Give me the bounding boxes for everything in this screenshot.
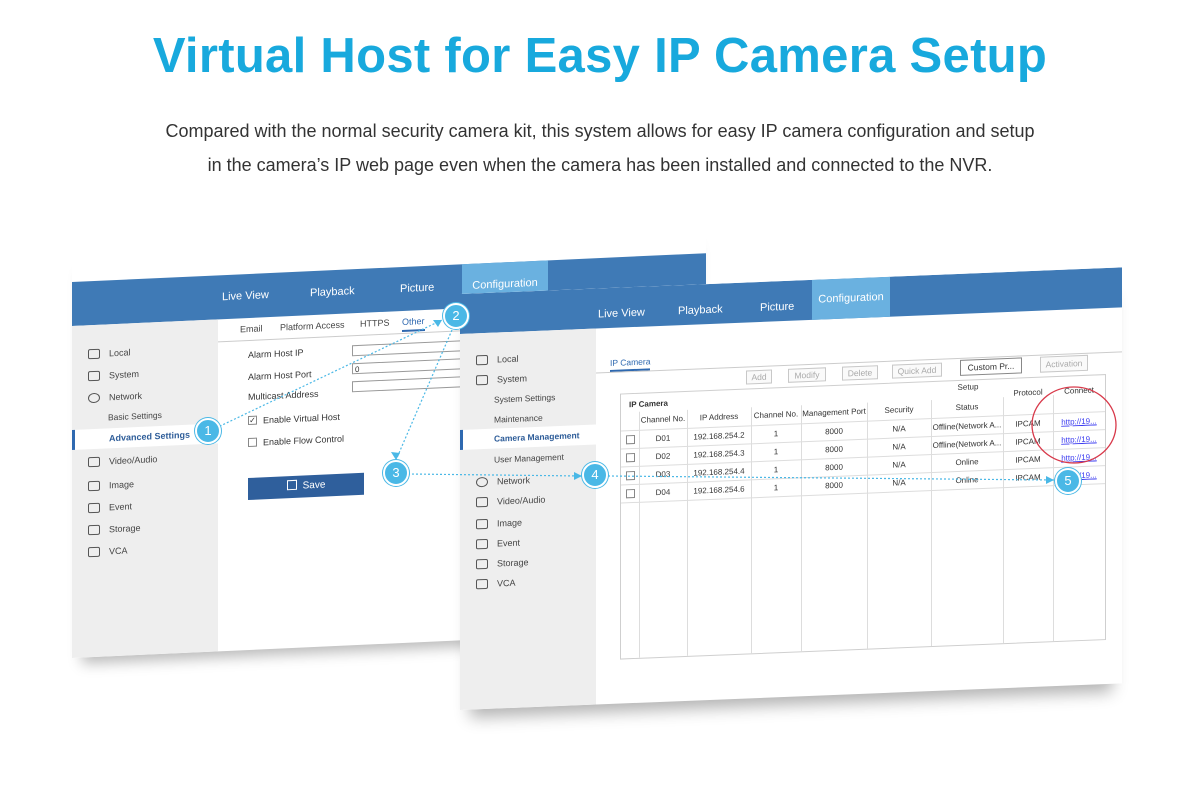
connect-column-highlight [1031,386,1117,464]
callout-line-3-4 [407,473,583,477]
callout-overlay [215,319,1117,484]
step-marker-3: 3 [383,460,409,486]
arrow-head-icon [391,452,400,460]
step-marker-1: 1 [195,418,221,444]
arrow-head-icon [574,472,582,480]
step-marker-5: 5 [1055,468,1081,494]
callout-line-1-2 [215,319,443,429]
arrow-head-icon [433,320,442,327]
step-marker-4: 4 [582,462,608,488]
step-marker-2: 2 [443,303,469,329]
callout-line-4-5 [607,475,1055,481]
callout-line-2-3 [395,329,453,461]
arrow-head-icon [1046,476,1054,484]
